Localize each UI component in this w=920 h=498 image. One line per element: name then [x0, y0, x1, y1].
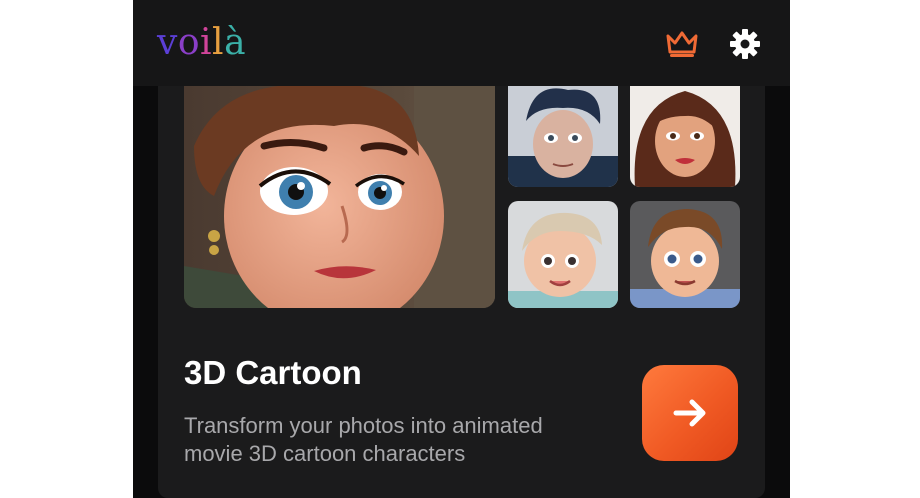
logo-letter: i	[200, 22, 213, 63]
settings-button[interactable]	[728, 27, 762, 61]
gear-icon	[730, 29, 760, 59]
top-bar: voilà	[133, 0, 790, 86]
app-screen: voilà 3D Cartoon Transform your photos i…	[133, 0, 790, 498]
logo-letter: à	[224, 22, 247, 63]
start-feature-button[interactable]	[642, 365, 738, 461]
logo-letter: v	[157, 22, 178, 63]
cartoon-preview-main-image	[184, 86, 495, 308]
feature-title: 3D Cartoon	[184, 354, 362, 391]
arrow-right-icon	[673, 399, 706, 427]
crown-icon	[666, 31, 698, 57]
cartoon-sample-thumbnail	[508, 201, 618, 308]
app-logo: voilà	[157, 22, 246, 63]
logo-letter: o	[177, 22, 201, 63]
feature-description: Transform your photos into animated movi…	[184, 413, 543, 466]
cartoon-sample-thumbnail	[630, 201, 740, 308]
premium-crown-button[interactable]	[663, 28, 701, 60]
logo-letter: l	[212, 22, 225, 63]
cartoon-feature-card[interactable]: 3D Cartoon Transform your photos into an…	[158, 86, 765, 498]
cartoon-sample-thumbnail	[630, 86, 740, 187]
cartoon-sample-thumbnail	[508, 86, 618, 187]
